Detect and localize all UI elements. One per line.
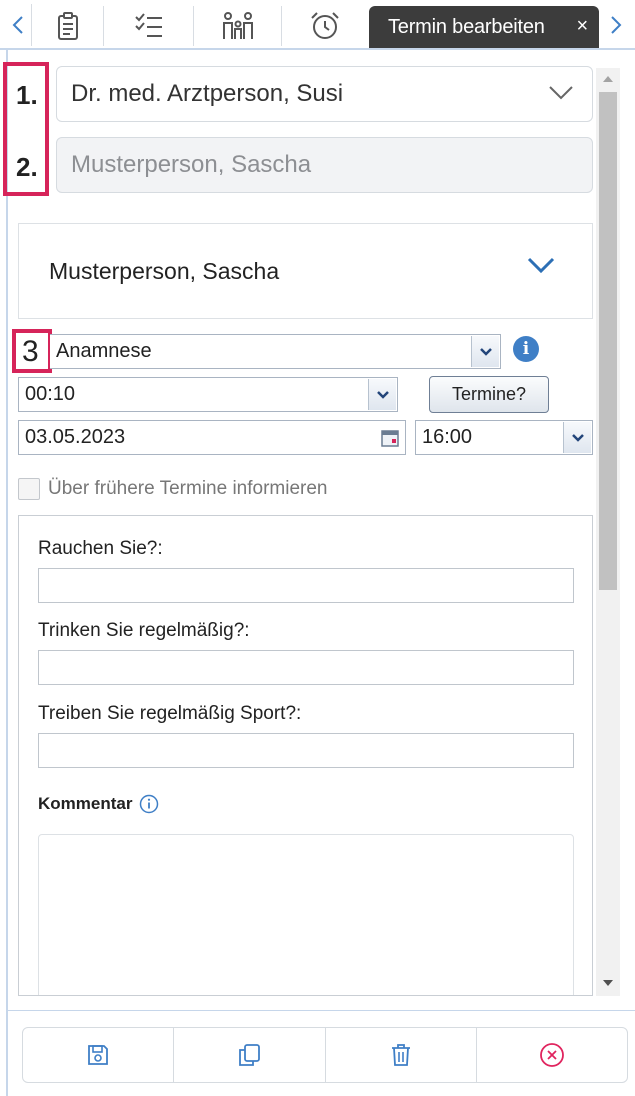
- delete-button[interactable]: [326, 1028, 477, 1082]
- save-button[interactable]: [23, 1028, 175, 1082]
- appointment-type-dropdown-button[interactable]: [471, 336, 499, 367]
- date-value: 03.05.2023: [25, 426, 126, 448]
- save-icon: [88, 1045, 109, 1065]
- appointment-type-select[interactable]: Anamnese: [50, 334, 501, 369]
- alarm-clock-icon: [311, 12, 339, 39]
- copy-button[interactable]: [174, 1028, 326, 1082]
- comment-label-row: Kommentar: [38, 794, 159, 814]
- info-icon[interactable]: [139, 794, 159, 814]
- active-tab-label: Termin bearbeiten: [388, 15, 545, 38]
- date-field[interactable]: 03.05.2023: [18, 420, 406, 455]
- scrollbar[interactable]: [596, 68, 620, 996]
- chevron-down-icon: [376, 390, 389, 399]
- patient-card[interactable]: Musterperson, Sascha: [18, 223, 593, 319]
- tab-checklist[interactable]: [104, 6, 194, 46]
- comment-label: Kommentar: [38, 794, 133, 813]
- tab-scroll-left-button[interactable]: [4, 4, 32, 46]
- bottom-action-bar: [8, 1010, 635, 1096]
- patient-field-value: Musterperson, Sascha: [71, 151, 312, 178]
- tab-termin-bearbeiten[interactable]: Termin bearbeiten ×: [369, 6, 599, 48]
- time-value: 16:00: [422, 426, 473, 448]
- clipboard-icon: [57, 12, 78, 40]
- tab-alarm[interactable]: [282, 6, 368, 46]
- chevron-left-icon: [12, 16, 23, 34]
- info-symbol: i: [522, 339, 530, 359]
- question-sport-input[interactable]: [38, 733, 574, 768]
- tab-clipboard[interactable]: [32, 6, 104, 46]
- tab-bar: Termin bearbeiten ×: [0, 0, 635, 50]
- question-smoking-label: Rauchen Sie?:: [38, 538, 163, 559]
- inform-checkbox-row[interactable]: Über frühere Termine informieren: [18, 478, 328, 500]
- marker-3: 3: [22, 335, 39, 368]
- tab-people[interactable]: [194, 6, 282, 46]
- checklist-icon: [134, 13, 162, 37]
- scroll-up-arrow[interactable]: [603, 76, 613, 82]
- duration-dropdown-button[interactable]: [368, 379, 396, 410]
- tab-scroll-right-button[interactable]: [602, 4, 630, 46]
- cancel-button[interactable]: [477, 1028, 627, 1082]
- duration-select[interactable]: 00:10: [18, 377, 398, 412]
- duration-value: 00:10: [25, 383, 76, 405]
- cancel-icon: [539, 1043, 564, 1067]
- calendar-button[interactable]: [376, 422, 404, 453]
- chevron-down-icon: [571, 433, 584, 442]
- copy-icon: [239, 1044, 261, 1066]
- anamnese-form: Rauchen Sie?: Trinken Sie regelmäßig?: T…: [18, 515, 593, 996]
- scrollbar-thumb[interactable]: [599, 92, 617, 590]
- people-icon: [222, 12, 253, 39]
- question-drinking-input[interactable]: [38, 650, 574, 685]
- close-tab-icon[interactable]: ×: [577, 15, 589, 38]
- chevron-down-icon[interactable]: [527, 256, 555, 274]
- trash-icon: [391, 1044, 410, 1066]
- termine-button[interactable]: Termine?: [429, 376, 549, 413]
- appointment-type-value: Anamnese: [56, 340, 152, 362]
- chevron-down-icon: [479, 347, 492, 356]
- termine-button-label: Termine?: [451, 384, 527, 404]
- question-sport-label: Treiben Sie regelmäßig Sport?:: [38, 703, 302, 724]
- inform-checkbox[interactable]: [18, 478, 40, 500]
- action-button-group: [22, 1027, 628, 1083]
- patient-card-name: Musterperson, Sascha: [49, 258, 280, 284]
- chevron-right-icon: [611, 16, 622, 34]
- info-icon[interactable]: i: [513, 336, 539, 362]
- calendar-icon: [381, 429, 399, 447]
- scroll-down-arrow[interactable]: [603, 980, 613, 986]
- panel-border: [6, 50, 8, 1096]
- chevron-down-icon: [549, 86, 573, 100]
- patient-field: Musterperson, Sascha: [56, 137, 593, 193]
- doctor-select[interactable]: Dr. med. Arztperson, Susi: [56, 66, 593, 122]
- inform-checkbox-label: Über frühere Termine informieren: [48, 478, 328, 499]
- question-smoking-input[interactable]: [38, 568, 574, 603]
- doctor-select-value: Dr. med. Arztperson, Susi: [71, 80, 344, 107]
- marker-2: 2.: [16, 152, 38, 182]
- time-select[interactable]: 16:00: [415, 420, 593, 455]
- comment-textarea[interactable]: [38, 834, 574, 995]
- question-drinking-label: Trinken Sie regelmäßig?:: [38, 620, 250, 641]
- marker-1: 1.: [16, 80, 38, 110]
- time-dropdown-button[interactable]: [563, 422, 591, 453]
